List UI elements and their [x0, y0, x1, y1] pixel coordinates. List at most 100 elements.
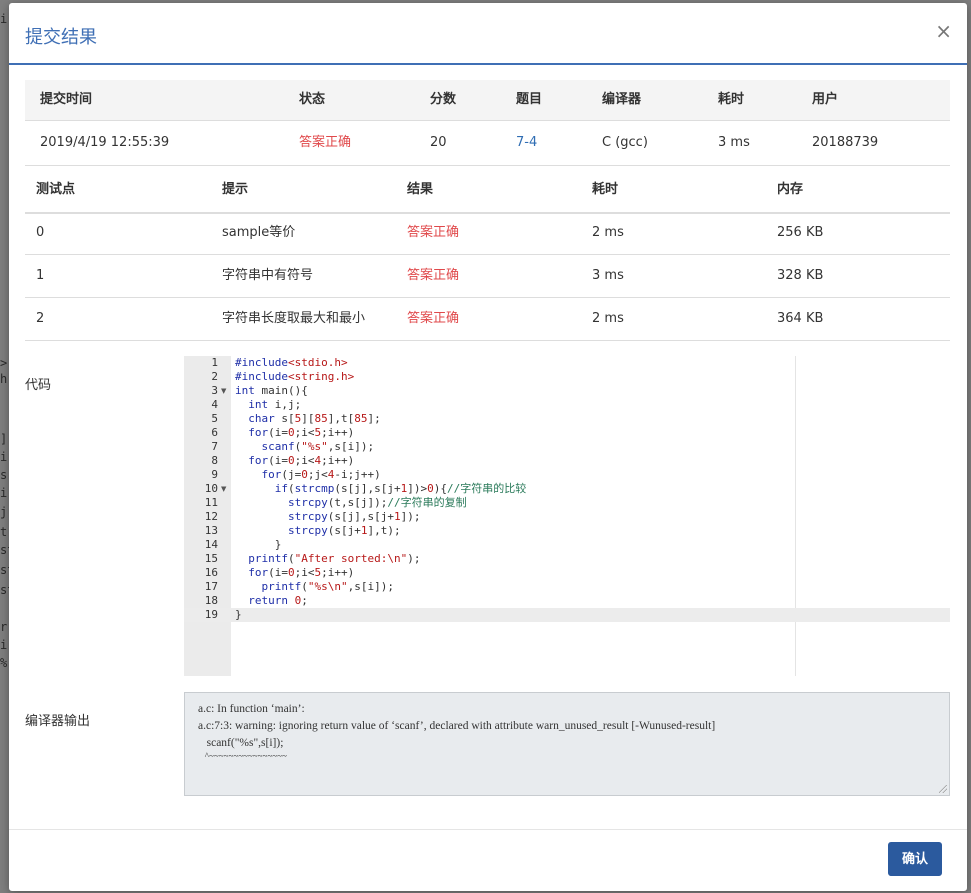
line-number: 8	[211, 454, 218, 467]
column-header-hint: 提示	[222, 182, 249, 197]
line-number: 9	[211, 468, 218, 481]
background-fragment: %	[0, 656, 8, 670]
code-line: if(strcmp(s[j],s[j+1])>0){//字符串的比较	[274, 482, 527, 495]
confirm-button[interactable]: 确认	[888, 842, 942, 876]
column-header-user: 用户	[812, 92, 839, 107]
testcase-table-header: 测试点 提示 结果 耗时 内存	[25, 166, 950, 214]
testcase-time: 2 ms	[592, 225, 624, 240]
resize-handle-icon[interactable]	[939, 785, 947, 793]
line-number: 18	[204, 594, 218, 607]
column-header-problem: 题目	[516, 92, 543, 107]
line-number: 11	[204, 496, 218, 509]
testcase-memory: 364 KB	[777, 311, 824, 326]
line-number: 5	[211, 412, 218, 425]
code-line: return 0;	[248, 594, 308, 607]
line-number: 6	[211, 426, 218, 439]
problem-link[interactable]: 7-4	[516, 135, 537, 151]
line-number: 3	[211, 384, 218, 397]
line-number: 2	[211, 370, 218, 383]
background-fragment: >	[0, 356, 8, 370]
code-line: int i,j;	[248, 398, 302, 411]
code-line: scanf("%s",s[i]);	[261, 440, 375, 453]
summary-table-header: 提交时间 状态 分数 题目 编译器 耗时 用户	[25, 80, 950, 121]
code-line: int main(){	[235, 384, 308, 397]
column-header-testcase: 测试点	[36, 182, 76, 197]
submission-result-modal: 提交结果 × 提交时间 状态 分数 题目 编译器 耗时 用户 2019/4/19…	[9, 3, 967, 891]
column-header-time: 耗时	[592, 182, 619, 197]
compiler-output-line: ^~~~~~~~~~~~~~~~~	[198, 751, 287, 761]
compiler-output-label: 编译器输出	[25, 714, 91, 729]
column-header-result: 结果	[407, 182, 434, 197]
code-line: for(j=0;j<4-i;j++)	[261, 468, 381, 481]
column-header-score: 分数	[430, 92, 457, 107]
compiler-output-line: a.c:7:3: warning: ignoring return value …	[198, 720, 716, 732]
compiler-output-textarea[interactable]: a.c: In function ‘main’: a.c:7:3: warnin…	[184, 692, 950, 796]
column-header-time: 耗时	[718, 92, 745, 107]
code-line: char s[5][85],t[85];	[248, 412, 381, 425]
column-header-submit-time: 提交时间	[40, 92, 93, 107]
testcase-result: 答案正确	[407, 311, 460, 326]
testcase-id: 2	[36, 311, 45, 326]
status-badge: 答案正确	[299, 135, 352, 150]
code-line: strcpy(s[j+1],t);	[287, 524, 401, 537]
line-number: 1	[211, 356, 218, 369]
fold-arrow-icon[interactable]: ▼	[221, 387, 226, 395]
modal-header: 提交结果 ×	[9, 3, 967, 65]
column-header-compiler: 编译器	[602, 92, 642, 107]
compiler-output-line: scanf("%s",s[i]);	[198, 737, 284, 749]
testcase-hint: 字符串长度取最大和最小	[222, 311, 366, 326]
line-number: 15	[204, 552, 218, 565]
code-line: #include<stdio.h>	[235, 356, 348, 369]
compiler: C (gcc)	[602, 135, 648, 150]
code-line: for(i=0;i<4;i++)	[248, 454, 355, 467]
summary-table-row: 2019/4/19 12:55:39 答案正确 20 7-4 C (gcc) 3…	[25, 121, 950, 166]
background-fragment: i	[0, 12, 8, 26]
score: 20	[430, 135, 447, 150]
line-number: 4	[211, 398, 218, 411]
line-number: 16	[204, 566, 218, 579]
testcase-memory: 256 KB	[777, 225, 824, 240]
code-line: strcpy(s[j],s[j+1]);	[287, 510, 421, 523]
background-fragment: s	[0, 468, 8, 482]
active-line-highlight	[184, 608, 950, 622]
modal-title: 提交结果	[25, 27, 97, 48]
table-row: 1 字符串中有符号 答案正确 3 ms 328 KB	[25, 255, 950, 298]
testcase-result: 答案正确	[407, 225, 460, 240]
testcase-hint: 字符串中有符号	[222, 268, 314, 283]
print-margin	[795, 356, 796, 676]
compiler-output-line: a.c: In function ‘main’:	[198, 703, 305, 715]
code-line: printf("%s\n",s[i]);	[261, 580, 394, 593]
modal-footer	[9, 829, 967, 891]
line-number: 13	[204, 524, 218, 537]
table-row: 0 sample等价 答案正确 2 ms 256 KB	[25, 212, 950, 255]
testcase-time: 3 ms	[592, 268, 624, 283]
close-icon[interactable]: ×	[935, 19, 952, 43]
column-header-memory: 内存	[777, 182, 804, 197]
testcase-hint: sample等价	[222, 225, 296, 240]
submit-time: 2019/4/19 12:55:39	[40, 135, 170, 150]
code-editor[interactable]: 1 2 3 4 5 6 7 8 9 10 11 12 13 14 15 16 1…	[184, 356, 950, 676]
line-number: 17	[204, 580, 218, 593]
testcase-memory: 328 KB	[777, 268, 824, 283]
code-line: }	[235, 608, 242, 621]
code-line: strcpy(t,s[j]);//字符串的复制	[287, 496, 467, 509]
code-line: }	[235, 538, 282, 551]
fold-arrow-icon[interactable]: ▼	[221, 485, 226, 493]
line-number: 14	[204, 538, 218, 551]
testcase-time: 2 ms	[592, 311, 624, 326]
line-number: 10	[204, 482, 218, 495]
testcase-id: 0	[36, 225, 45, 240]
code-line: for(i=0;i<5;i++)	[248, 566, 355, 579]
code-line: printf("After sorted:\n");	[248, 552, 421, 565]
line-number: 19	[204, 608, 218, 621]
code-label: 代码	[25, 378, 52, 393]
code-line: for(i=0;i<5;i++)	[248, 426, 355, 439]
column-header-status: 状态	[299, 92, 326, 107]
code-line: #include<string.h>	[235, 370, 355, 383]
line-number: 12	[204, 510, 218, 523]
background-fragment: h	[0, 372, 8, 386]
testcase-result: 答案正确	[407, 268, 460, 283]
line-number: 7	[211, 440, 218, 453]
table-row: 2 字符串长度取最大和最小 答案正确 2 ms 364 KB	[25, 298, 950, 341]
testcase-id: 1	[36, 268, 45, 283]
